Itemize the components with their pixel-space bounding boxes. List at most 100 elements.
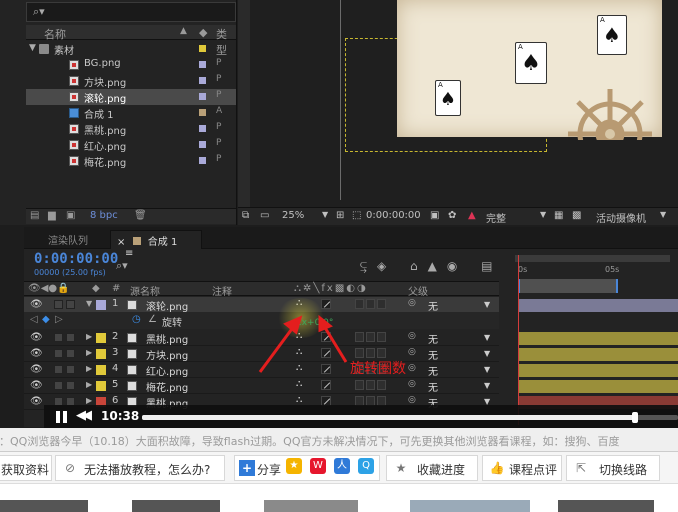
layer-switch-checkbox[interactable] — [355, 299, 364, 309]
region-icon[interactable]: ⊞ — [336, 210, 344, 221]
project-item[interactable]: 滚轮.png P — [26, 89, 236, 105]
project-item[interactable]: BG.png P — [26, 57, 236, 73]
camera-select[interactable]: 活动摄像机 — [596, 210, 646, 225]
chevron-down-icon[interactable]: ▼ — [322, 210, 328, 219]
expand-triangle-icon[interactable]: ▶ — [86, 380, 92, 389]
chevron-down-icon[interactable]: ▼ — [660, 210, 666, 219]
zoom-level[interactable]: 25% — [282, 210, 304, 221]
layer-duration-bar[interactable] — [519, 299, 678, 312]
chevron-down-icon[interactable]: ▼ — [484, 381, 490, 390]
course-review-button[interactable]: 👍 课程点评 — [482, 455, 562, 481]
eye-icon[interactable]: 👁 — [30, 299, 43, 310]
lock-toggle[interactable] — [66, 381, 75, 390]
switch-line-button[interactable]: ⇱ 切换线路 — [566, 455, 660, 481]
column-source-name[interactable]: 源名称 — [130, 283, 160, 298]
qzone-icon[interactable]: ★ — [286, 458, 302, 474]
project-item[interactable]: 红心.png P — [26, 137, 236, 153]
solo-toggle[interactable] — [54, 365, 63, 374]
layer-switch-checkbox[interactable] — [366, 299, 375, 309]
expand-triangle-icon[interactable]: ▼ — [29, 43, 36, 53]
get-material-button[interactable]: 获取资料 — [0, 455, 52, 481]
label-swatch[interactable] — [199, 141, 206, 148]
keyframe-prev-icon[interactable]: ◁ — [30, 314, 38, 325]
layer-switch-checkbox[interactable] — [366, 380, 375, 390]
timeline-switches-toolbar[interactable]: ⥹◈ ⌂▲◉ ▤ — [360, 259, 503, 274]
grid-icon[interactable]: ▩ — [572, 210, 581, 221]
chevron-down-icon[interactable]: ▼ — [540, 210, 546, 219]
label-color-swatch[interactable] — [96, 381, 106, 391]
work-area-bar[interactable] — [518, 279, 618, 293]
keyframe-add-icon[interactable]: ◆ — [42, 314, 50, 325]
layer-switch-checkbox[interactable] — [377, 380, 386, 390]
label-color-swatch[interactable] — [96, 300, 106, 310]
parent-select[interactable]: 无 — [428, 379, 438, 394]
label-swatch[interactable] — [199, 157, 206, 164]
pause-button[interactable] — [56, 411, 68, 423]
thumbnail[interactable] — [264, 500, 358, 512]
column-name[interactable]: 名称 — [44, 26, 66, 42]
label-swatch[interactable] — [199, 61, 206, 68]
solo-toggle[interactable] — [54, 300, 63, 309]
chevron-down-icon[interactable]: ▼ — [484, 333, 490, 342]
pick-whip-icon[interactable]: ◎ — [408, 379, 416, 389]
lock-toggle[interactable] — [66, 333, 75, 342]
thumbnail[interactable] — [558, 500, 654, 512]
color-channel-icon[interactable]: ✿ — [448, 210, 456, 221]
solo-toggle[interactable] — [54, 349, 63, 358]
shy-switch-icon[interactable]: ⛬ — [296, 395, 302, 405]
project-folder[interactable]: ▼ 素材 — [26, 41, 236, 57]
project-item[interactable]: 合成 1 A — [26, 105, 236, 121]
button-label[interactable]: 分享 — [257, 461, 281, 478]
current-time-display[interactable]: 0:00:00:00 — [34, 251, 118, 267]
project-search-input[interactable]: ⌕▾ — [26, 2, 236, 22]
eye-icon[interactable]: 👁 — [30, 364, 43, 375]
panel-menu-icon[interactable]: ≡ — [125, 248, 133, 259]
layer-switch-checkbox[interactable] — [377, 348, 386, 358]
project-item[interactable]: 黑桃.png P — [26, 121, 236, 137]
new-comp-icon[interactable]: ▣ — [66, 210, 75, 221]
parent-select[interactable]: 无 — [428, 298, 438, 313]
layer-duration-bar[interactable] — [519, 364, 678, 377]
eye-icon[interactable]: 👁 — [30, 332, 43, 343]
thumbnail[interactable] — [0, 500, 88, 512]
column-parent[interactable]: 父级 — [408, 283, 428, 298]
transparency-grid-icon[interactable]: ⬚ — [352, 210, 361, 221]
label-swatch[interactable] — [199, 45, 206, 52]
new-folder-icon[interactable]: ▆ — [48, 210, 56, 221]
graph-icon[interactable]: ∠ — [148, 314, 157, 325]
chevron-down-icon[interactable]: ▼ — [484, 300, 490, 309]
viewer-timecode[interactable]: 0:00:00:00 — [366, 210, 421, 221]
label-color-swatch[interactable] — [96, 365, 106, 375]
always-preview-icon[interactable]: ▭ — [260, 210, 269, 221]
chevron-down-icon[interactable]: ▼ — [484, 365, 490, 374]
label-color-swatch[interactable] — [96, 349, 106, 359]
rewind-button[interactable]: ◀◀ — [76, 408, 92, 423]
layer-switch-checkbox[interactable] — [366, 348, 375, 358]
renren-icon[interactable]: 人 — [334, 458, 350, 474]
lock-toggle[interactable] — [66, 349, 75, 358]
eye-icon[interactable]: 👁 — [30, 348, 43, 359]
label-color-swatch[interactable] — [96, 333, 106, 343]
pick-whip-icon[interactable]: ◎ — [408, 347, 416, 357]
close-icon[interactable]: × — [117, 237, 125, 248]
project-item[interactable]: 方块.png P — [26, 73, 236, 89]
playhead[interactable] — [518, 255, 519, 425]
project-item[interactable]: 梅花.png P — [26, 153, 236, 169]
solo-toggle[interactable] — [54, 333, 63, 342]
progress-handle[interactable] — [632, 412, 639, 423]
rgb-icon[interactable]: ▲ — [468, 210, 476, 221]
label-swatch[interactable] — [199, 125, 206, 132]
favorite-progress-button[interactable]: ★ 收藏进度 — [386, 455, 478, 481]
thumbnail[interactable] — [410, 500, 530, 512]
label-swatch[interactable] — [199, 77, 206, 84]
pick-whip-icon[interactable]: ◎ — [408, 298, 416, 308]
stopwatch-icon[interactable]: ◷ — [132, 314, 141, 325]
solo-toggle[interactable] — [54, 381, 63, 390]
lock-toggle[interactable] — [66, 300, 75, 309]
expand-triangle-icon[interactable]: ▶ — [86, 396, 92, 405]
label-swatch[interactable] — [199, 93, 206, 100]
interpret-footage-icon[interactable]: ▤ — [30, 210, 39, 221]
camera-icon[interactable]: ▣ — [430, 210, 439, 221]
tab-render-queue[interactable]: 渲染队列 — [38, 230, 108, 249]
layer-duration-bar[interactable] — [519, 332, 678, 345]
